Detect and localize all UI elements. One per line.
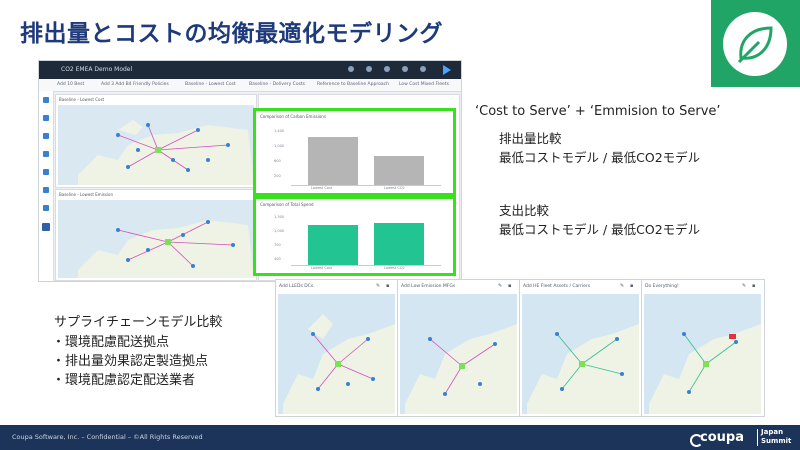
chart-bar [307, 137, 358, 185]
map-panel-bottom: Baseline - Lowest Emission [55, 189, 257, 281]
emissions-ytick-2: 1,000 [274, 144, 285, 148]
footer-bar: Coupa Software, Inc. – Confidential – ©A… [0, 425, 800, 450]
app-title-bar: CO2 EMEA Demo Model [39, 61, 461, 79]
emissions-chart-title: Comparison of Carbon Emissions [260, 114, 326, 119]
tab-scenario-3[interactable]: Baseline - Lowest Cost [185, 82, 236, 87]
event-line-2: Summit [761, 437, 792, 445]
slide-title: 排出量とコストの均衡最適化モデリング [20, 21, 443, 47]
tab-scenario-5[interactable]: Reference to Baseline Approach [317, 82, 389, 87]
bullet-item-1: ・環境配慮配送拠点 [52, 335, 170, 350]
spend-xlabel-1: Lowest Cost [311, 266, 333, 270]
cost-emission-heading: ‘Cost to Serve’ + ‘Emmision to Serve’ [475, 104, 721, 119]
scenario-tabs: Add 10 Best Add 3 Add B4 Friendly Polici… [39, 79, 461, 92]
emissions-ytick-1: 1,400 [274, 129, 285, 133]
map-panel-top: Baseline - Lowest Cost [55, 94, 257, 188]
emission-compare-label: 排出量比較 [499, 131, 562, 146]
scenario-map-4-title: Do Everything! [645, 284, 679, 289]
truck-icon[interactable] [43, 187, 49, 193]
leaf-icon [737, 26, 773, 64]
scenario-map-1-title: Add LLEDs DCs [279, 284, 314, 289]
bullet-item-3: ・環境配慮認定配送業者 [52, 373, 196, 388]
spend-ytick-1: 1,300 [274, 215, 285, 219]
emissions-chart-highlight: Comparison of Carbon Emissions 1,400 1,0… [253, 108, 456, 196]
scenario-map-2-canvas[interactable] [400, 294, 517, 414]
delete-icon[interactable]: ▪ [508, 283, 511, 289]
scenario-map-3: Add HE Fleet Assets / Carriers ✎ ▪ [520, 280, 642, 416]
spend-ytick-4: 400 [274, 257, 281, 261]
spend-chart-title: Comparison of Total Spend [260, 202, 314, 207]
map-panel-bottom-title: Baseline - Lowest Emission [59, 192, 114, 197]
spend-chart-highlight: Comparison of Total Spend 1,300 1,000 70… [253, 196, 456, 276]
map-icon[interactable] [43, 151, 49, 157]
chart-bar [374, 223, 425, 265]
scenario-map-3-title: Add HE Fleet Assets / Carriers [523, 284, 591, 289]
spend-compare-models: 最低コストモデル / 最低CO2モデル [499, 222, 701, 237]
chart-bar [307, 225, 358, 265]
chart-icon[interactable] [43, 169, 49, 175]
grid-icon[interactable] [43, 205, 49, 211]
coupa-logo-text: coupa [700, 430, 744, 445]
scenario-map-4-canvas[interactable] [644, 294, 761, 414]
tab-scenario-4[interactable]: Baseline - Delivery Costs [249, 82, 305, 87]
europe-map-bottom[interactable] [58, 200, 254, 278]
scenario-map-1-canvas[interactable] [278, 294, 395, 414]
scenario-map-strip: Add LLEDs DCs ✎ ▪ Add Low Emission MFGs … [275, 279, 765, 417]
home-icon[interactable] [43, 97, 49, 103]
edit-icon[interactable]: ✎ [376, 283, 380, 289]
emissions-ytick-3: 600 [274, 159, 281, 163]
tab-scenario-1[interactable]: Add 10 Best [57, 82, 84, 87]
emissions-xlabel-1: Lowest Cost [311, 186, 333, 190]
bullet-item-2: ・排出量効果認定製造拠点 [52, 354, 209, 369]
edit-icon[interactable]: ✎ [498, 283, 502, 289]
share-icon[interactable] [43, 133, 49, 139]
delete-icon[interactable]: ▪ [630, 283, 633, 289]
leaf-logo-box [711, 0, 800, 87]
emissions-ytick-4: 200 [274, 174, 281, 178]
toolbar-icons [348, 65, 451, 75]
tab-scenario-6[interactable]: Low Cost Mixed Fleets [399, 82, 449, 87]
emissions-bar-area [291, 125, 441, 186]
spend-ytick-2: 1,000 [274, 229, 285, 233]
scenario-map-2-title: Add Low Emission MFGs [401, 284, 456, 289]
japan-summit-label: Japan Summit [761, 428, 791, 446]
scenario-map-3-canvas[interactable] [522, 294, 639, 414]
scenario-map-4: Do Everything! ✎ ▪ [642, 280, 763, 416]
tab-scenario-2[interactable]: Add 3 Add B4 Friendly Policies [101, 82, 169, 87]
delete-icon[interactable]: ▪ [386, 283, 389, 289]
map-panel-top-title: Baseline - Lowest Cost [59, 97, 105, 102]
active-icon[interactable] [42, 223, 50, 231]
footer-confidential: Coupa Software, Inc. – Confidential – ©A… [12, 433, 203, 441]
spend-bar-area [291, 213, 441, 266]
europe-map-top[interactable] [58, 105, 254, 185]
leaf-icon-circle [723, 12, 787, 76]
logo-divider [757, 429, 758, 446]
model-compare-heading: サプライチェーンモデル比較 [54, 315, 223, 330]
folder-icon[interactable] [43, 115, 49, 121]
emission-compare-models: 最低コストモデル / 最低CO2モデル [499, 150, 701, 165]
spend-xlabel-2: Lowest CO2 [384, 266, 405, 270]
app-window-title: CO2 EMEA Demo Model [61, 66, 133, 73]
app-sidebar [39, 91, 54, 281]
emissions-xlabel-2: Lowest CO2 [384, 186, 405, 190]
edit-icon[interactable]: ✎ [742, 283, 746, 289]
edit-icon[interactable]: ✎ [620, 283, 624, 289]
delete-icon[interactable]: ▪ [752, 283, 755, 289]
chart-bar [374, 156, 425, 185]
spend-compare-label: 支出比較 [499, 203, 550, 218]
scenario-map-2: Add Low Emission MFGs ✎ ▪ [398, 280, 520, 416]
scenario-map-1: Add LLEDs DCs ✎ ▪ [276, 280, 398, 416]
spend-ytick-3: 700 [274, 243, 281, 247]
event-line-1: Japan [761, 428, 784, 436]
